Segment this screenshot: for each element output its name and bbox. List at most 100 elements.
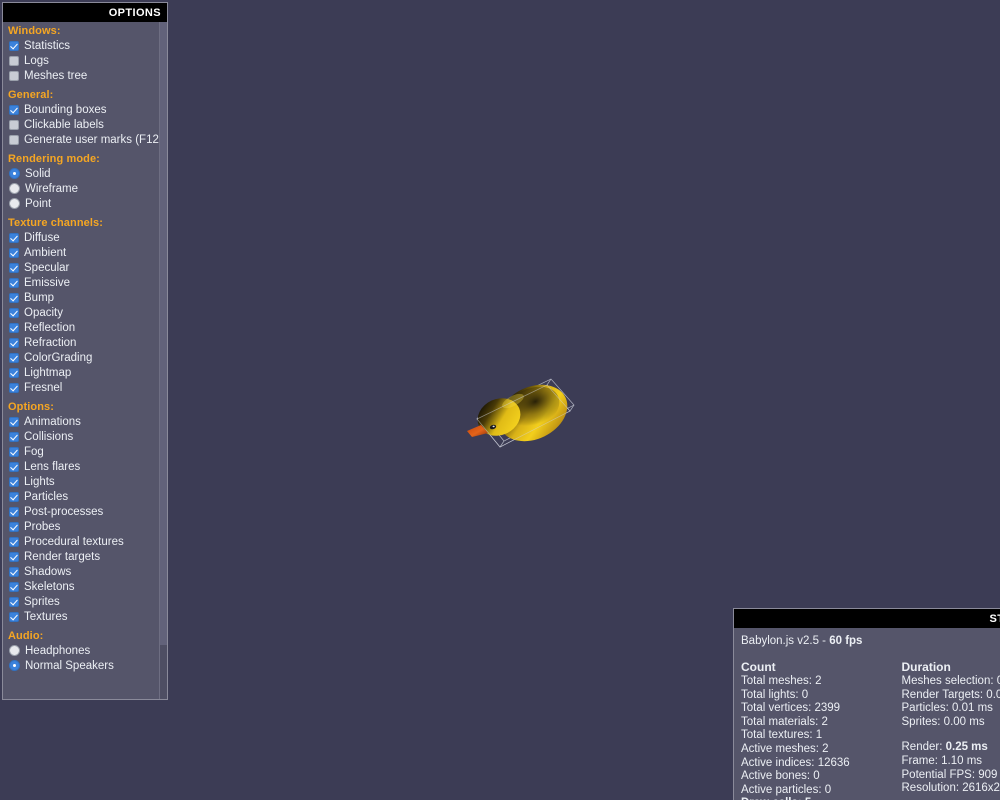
checkbox-lens-flares[interactable] — [9, 461, 19, 472]
option-row-render-targets[interactable]: Render targets — [5, 549, 159, 564]
option-label-textures: Textures — [24, 610, 68, 623]
option-row-statistics[interactable]: Statistics — [5, 38, 159, 53]
checkbox-refraction[interactable] — [9, 337, 19, 348]
options-scrollbar-thumb[interactable] — [160, 22, 167, 645]
option-row-animations[interactable]: Animations — [5, 414, 159, 429]
option-label-procedural-textures: Procedural textures — [24, 535, 124, 548]
option-row-bounding-boxes[interactable]: Bounding boxes — [5, 102, 159, 117]
duck-geometry — [467, 384, 568, 442]
option-row-logs[interactable]: Logs — [5, 53, 159, 68]
option-row-normal-speakers[interactable]: Normal Speakers — [5, 658, 159, 673]
checkbox-bounding-boxes[interactable] — [9, 104, 19, 115]
checkbox-diffuse[interactable] — [9, 232, 19, 243]
checkbox-lightmap[interactable] — [9, 367, 19, 378]
option-row-collisions[interactable]: Collisions — [5, 429, 159, 444]
option-row-procedural-textures[interactable]: Procedural textures — [5, 534, 159, 549]
option-label-animations: Animations — [24, 415, 81, 428]
checkbox-statistics[interactable] — [9, 40, 19, 51]
option-row-post-processes[interactable]: Post-processes — [5, 504, 159, 519]
option-row-emissive[interactable]: Emissive — [5, 275, 159, 290]
option-row-meshes-tree[interactable]: Meshes tree — [5, 68, 159, 83]
option-row-fog[interactable]: Fog — [5, 444, 159, 459]
option-row-solid[interactable]: Solid — [5, 166, 159, 181]
option-row-generate-user-marks-f12[interactable]: Generate user marks (F12) — [5, 132, 163, 147]
option-row-reflection[interactable]: Reflection — [5, 320, 159, 335]
checkbox-meshes-tree[interactable] — [9, 70, 19, 81]
checkbox-fresnel[interactable] — [9, 382, 19, 393]
option-row-clickable-labels[interactable]: Clickable labels — [5, 117, 159, 132]
checkbox-logs[interactable] — [9, 55, 19, 66]
checkbox-clickable-labels[interactable] — [9, 119, 19, 130]
option-label-probes: Probes — [24, 520, 61, 533]
duration-stat-line: Particles: 0.01 ms — [901, 702, 993, 715]
option-row-bump[interactable]: Bump — [5, 290, 159, 305]
option-row-particles[interactable]: Particles — [5, 489, 159, 504]
fps-value: 60 fps — [829, 635, 863, 647]
options-scrollbar[interactable] — [159, 22, 167, 699]
option-row-point[interactable]: Point — [5, 196, 159, 211]
checkbox-particles[interactable] — [9, 491, 19, 502]
duration-column-heading: Duration — [901, 660, 951, 674]
checkbox-specular[interactable] — [9, 262, 19, 273]
option-row-specular[interactable]: Specular — [5, 260, 159, 275]
checkbox-colorgrading[interactable] — [9, 352, 19, 363]
option-row-textures[interactable]: Textures — [5, 609, 159, 624]
option-row-refraction[interactable]: Refraction — [5, 335, 159, 350]
checkbox-collisions[interactable] — [9, 431, 19, 442]
checkbox-fog[interactable] — [9, 446, 19, 457]
radio-wireframe[interactable] — [9, 183, 20, 194]
statistics-panel-title: STATISTICS — [989, 612, 1000, 625]
radio-solid[interactable] — [9, 168, 20, 179]
option-row-fresnel[interactable]: Fresnel — [5, 380, 159, 395]
option-label-point: Point — [25, 197, 52, 210]
checkbox-shadows[interactable] — [9, 566, 19, 577]
option-row-opacity[interactable]: Opacity — [5, 305, 159, 320]
options-scroll-content: Windows: Statistics Logs Meshes tree General… — [3, 22, 163, 699]
options-panel-titlebar[interactable]: OPTIONS — [3, 3, 167, 22]
statistics-count-column: Count Total meshes: 2 Total lights: 0 Tota… — [741, 660, 902, 800]
rubber-duck-model[interactable] — [455, 365, 595, 485]
option-label-statistics: Statistics — [24, 39, 71, 52]
count-stat-line: Total vertices: 2399 — [741, 702, 841, 715]
checkbox-post-processes[interactable] — [9, 506, 19, 517]
checkbox-sprites[interactable] — [9, 596, 19, 607]
radio-point[interactable] — [9, 198, 20, 209]
option-row-lightmap[interactable]: Lightmap — [5, 365, 159, 380]
option-row-colorgrading[interactable]: ColorGrading — [5, 350, 159, 365]
checkbox-emissive[interactable] — [9, 277, 19, 288]
checkbox-generate-user-marks-f12[interactable] — [9, 134, 19, 145]
checkbox-opacity[interactable] — [9, 307, 19, 318]
checkbox-lights[interactable] — [9, 476, 19, 487]
option-row-lens-flares[interactable]: Lens flares — [5, 459, 159, 474]
option-row-sprites[interactable]: Sprites — [5, 594, 159, 609]
count-lines-list: Total meshes: 2 Total lights: 0 Total vert… — [741, 675, 902, 797]
render-label: Render: — [901, 741, 946, 754]
option-row-lights[interactable]: Lights — [5, 474, 159, 489]
statistics-panel-titlebar[interactable]: STATISTICS — [734, 609, 1000, 628]
engine-version-text: Babylon.js v2.5 - — [741, 635, 830, 647]
checkbox-procedural-textures[interactable] — [9, 536, 19, 547]
option-label-refraction: Refraction — [24, 336, 77, 349]
option-row-ambient[interactable]: Ambient — [5, 245, 159, 260]
checkbox-reflection[interactable] — [9, 322, 19, 333]
option-row-headphones[interactable]: Headphones — [5, 643, 159, 658]
option-row-wireframe[interactable]: Wireframe — [5, 181, 159, 196]
radio-normal-speakers[interactable] — [9, 660, 20, 671]
checkbox-animations[interactable] — [9, 416, 19, 427]
checkbox-bump[interactable] — [9, 292, 19, 303]
option-label-solid: Solid — [25, 167, 51, 180]
duration-stat-line: Meshes selection: 0.00 ms — [901, 675, 1000, 687]
option-row-skeletons[interactable]: Skeletons — [5, 579, 159, 594]
options-group-heading: Windows: — [8, 25, 61, 37]
option-label-colorgrading: ColorGrading — [24, 351, 93, 364]
checkbox-textures[interactable] — [9, 611, 19, 622]
option-row-diffuse[interactable]: Diffuse — [5, 230, 159, 245]
checkbox-skeletons[interactable] — [9, 581, 19, 592]
checkbox-ambient[interactable] — [9, 247, 19, 258]
radio-headphones[interactable] — [9, 645, 20, 656]
checkbox-probes[interactable] — [9, 521, 19, 532]
checkbox-render-targets[interactable] — [9, 551, 19, 562]
count-column-heading: Count — [741, 660, 776, 674]
option-row-probes[interactable]: Probes — [5, 519, 159, 534]
option-row-shadows[interactable]: Shadows — [5, 564, 159, 579]
